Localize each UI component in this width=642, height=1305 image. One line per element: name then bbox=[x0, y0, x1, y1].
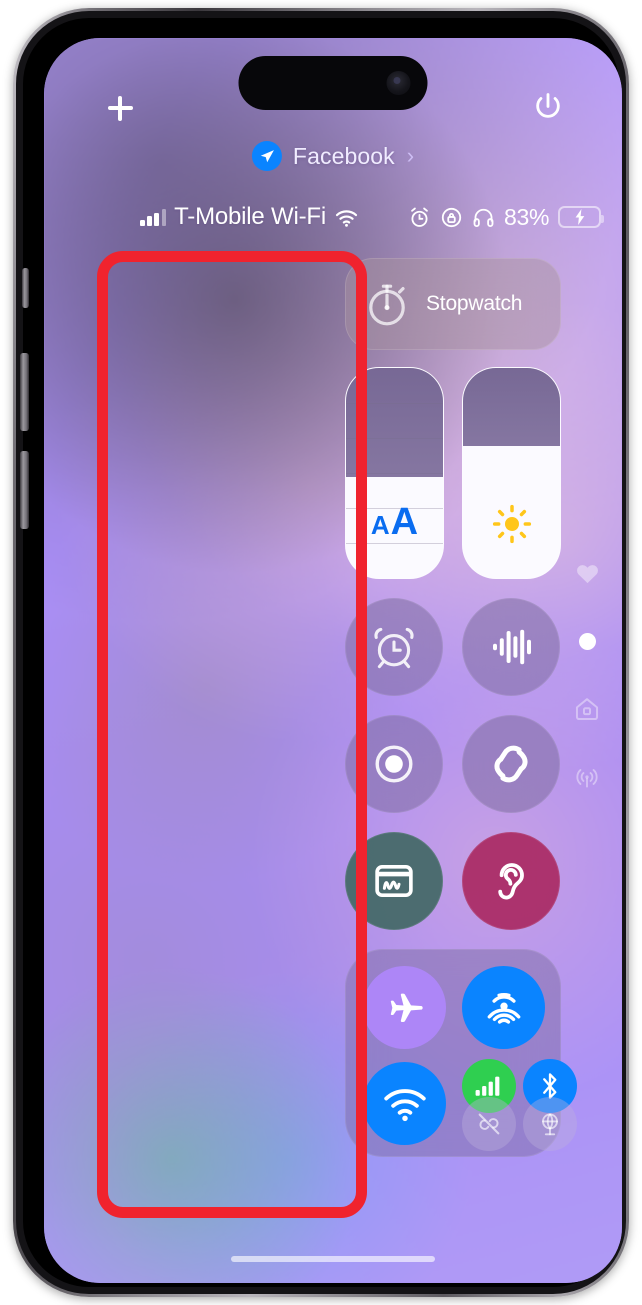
volume-down-button[interactable] bbox=[20, 451, 29, 529]
status-bar-left: T-Mobile Wi-Fi bbox=[140, 203, 359, 231]
wifi-icon bbox=[382, 1085, 428, 1123]
carrier-label: T-Mobile Wi-Fi bbox=[174, 203, 327, 230]
airplane-mode-toggle[interactable] bbox=[363, 966, 446, 1049]
stopwatch-icon bbox=[363, 280, 411, 328]
brightness-slider-unfilled bbox=[463, 368, 560, 446]
cellular-bars-icon bbox=[140, 208, 167, 226]
wifi-toggle[interactable] bbox=[363, 1062, 446, 1145]
airdrop-icon bbox=[482, 986, 526, 1030]
charging-bolt-icon bbox=[575, 209, 584, 225]
battery-percent-label: 83% bbox=[504, 203, 550, 230]
wifi-icon bbox=[334, 208, 359, 227]
connectivity-module bbox=[345, 949, 577, 1157]
phone-screen: Facebook › T-Mobile Wi-Fi 83% Stopwatch … bbox=[44, 38, 622, 1283]
alarm-toggle[interactable] bbox=[345, 598, 443, 696]
battery-icon bbox=[558, 206, 605, 228]
control-center-column: Stopwatch AA bbox=[345, 258, 577, 1157]
page-dot-icon bbox=[578, 632, 596, 650]
toggle-grid bbox=[345, 598, 561, 930]
add-control-button[interactable] bbox=[103, 91, 137, 125]
vpn-globe-icon bbox=[536, 1110, 564, 1138]
favorites-page-button[interactable] bbox=[572, 558, 602, 588]
focus-mode-chip[interactable]: Facebook › bbox=[251, 141, 415, 171]
rotation-lock-icon bbox=[440, 206, 463, 229]
hearing-toggle[interactable] bbox=[462, 832, 560, 930]
airdrop-toggle[interactable] bbox=[462, 966, 545, 1049]
stopwatch-label: Stopwatch bbox=[426, 292, 523, 315]
screenshot-stage: Facebook › T-Mobile Wi-Fi 83% Stopwatch … bbox=[0, 0, 642, 1305]
text-size-aa-icon: AA bbox=[370, 501, 419, 543]
waveform-icon bbox=[487, 623, 535, 671]
brightness-sun-icon bbox=[463, 504, 560, 544]
connectivity-page-button[interactable] bbox=[572, 762, 602, 792]
home-page-button[interactable] bbox=[572, 694, 602, 724]
focus-paperplane-icon bbox=[251, 141, 282, 171]
shazam-icon bbox=[486, 739, 536, 789]
alarm-clock-icon bbox=[408, 206, 431, 229]
alarm-clock-icon bbox=[370, 623, 418, 671]
phone-frame: Facebook › T-Mobile Wi-Fi 83% Stopwatch … bbox=[13, 8, 629, 1297]
voice-memos-toggle[interactable] bbox=[462, 598, 560, 696]
screen-record-icon bbox=[370, 740, 418, 788]
chevron-right-icon: › bbox=[406, 143, 415, 168]
text-size-slider[interactable]: AA bbox=[345, 367, 444, 579]
power-off-button[interactable] bbox=[531, 90, 565, 124]
cellular-bars-icon bbox=[475, 1075, 503, 1097]
hearing-ear-icon bbox=[487, 857, 535, 905]
screen-record-toggle[interactable] bbox=[345, 715, 443, 813]
home-icon bbox=[573, 695, 601, 723]
shazam-toggle[interactable] bbox=[462, 715, 560, 813]
current-page-indicator[interactable] bbox=[572, 626, 602, 656]
notes-toggle[interactable] bbox=[345, 832, 443, 930]
stopwatch-tile[interactable]: Stopwatch bbox=[345, 258, 561, 350]
mute-switch[interactable] bbox=[22, 268, 29, 308]
airplane-icon bbox=[385, 988, 425, 1028]
personal-hotspot-toggle[interactable] bbox=[462, 1097, 516, 1151]
sliders-row: AA bbox=[345, 367, 567, 579]
focus-mode-label: Facebook bbox=[292, 142, 395, 169]
text-size-slider-steps bbox=[346, 368, 443, 578]
brightness-slider[interactable] bbox=[462, 367, 561, 579]
notes-icon bbox=[371, 858, 417, 904]
dynamic-island bbox=[238, 56, 428, 110]
volume-up-button[interactable] bbox=[20, 353, 29, 431]
front-camera-icon bbox=[386, 71, 411, 95]
broadcast-icon bbox=[573, 763, 601, 791]
personal-hotspot-icon bbox=[475, 1110, 503, 1138]
home-indicator[interactable] bbox=[231, 1256, 435, 1262]
heart-icon bbox=[574, 560, 601, 587]
headphones-icon bbox=[472, 206, 495, 229]
status-bar: T-Mobile Wi-Fi 83% bbox=[44, 201, 622, 233]
status-bar-right: 83% bbox=[408, 203, 605, 231]
control-center-page-rail bbox=[572, 558, 602, 792]
vpn-toggle[interactable] bbox=[523, 1097, 577, 1151]
